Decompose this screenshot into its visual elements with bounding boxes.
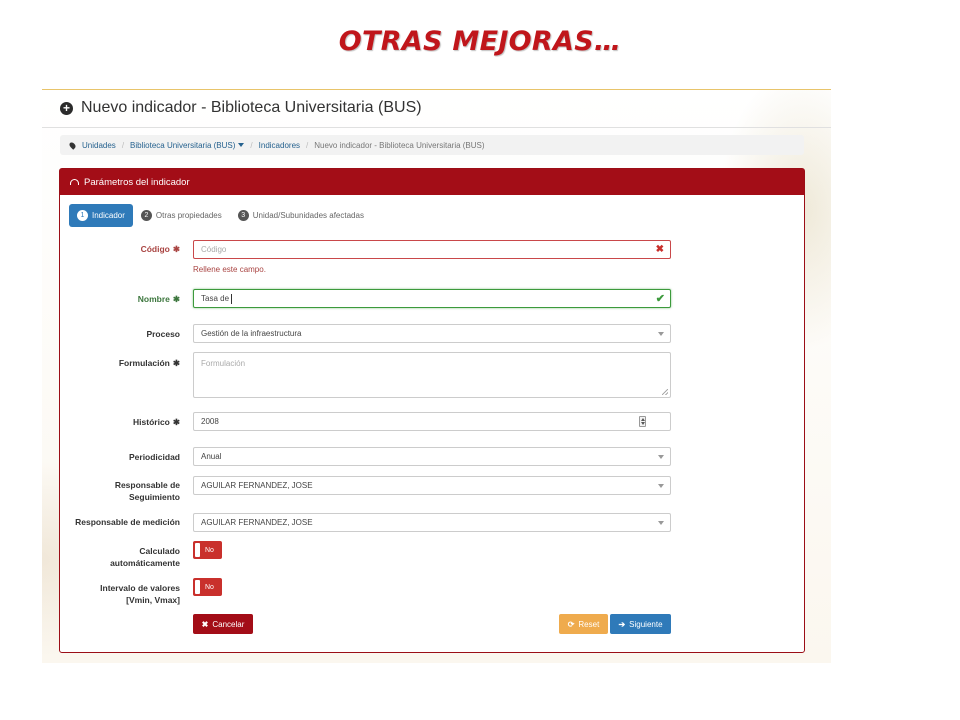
breadcrumb-biblioteca[interactable]: Biblioteca Universitaria (BUS) <box>130 141 245 150</box>
text-cursor <box>231 293 233 304</box>
chevron-down-icon <box>658 521 664 525</box>
step-number: 1 <box>77 210 88 221</box>
nombre-label: Nombre ✱ <box>137 294 180 304</box>
intervalo-label: Intervalo de valores [Vmin, Vmax] <box>100 583 180 605</box>
panel-header: Parámetros del indicador <box>60 169 804 195</box>
next-button[interactable]: ➔ Siguiente <box>610 614 671 634</box>
codigo-input[interactable]: Código ✖ <box>193 240 671 259</box>
breadcrumb-indicadores[interactable]: Indicadores <box>259 141 300 150</box>
historico-label: Histórico ✱ <box>133 417 180 427</box>
caret-down-icon <box>238 143 245 148</box>
resp-seguimiento-label: Responsable de Seguimiento <box>114 480 180 502</box>
required-icon: ✱ <box>172 417 180 427</box>
nombre-input[interactable]: Tasa de ✔ <box>193 289 671 308</box>
toggle-knob <box>195 580 200 594</box>
codigo-error-message: Rellene este campo. <box>193 265 266 274</box>
chevron-down-icon <box>658 332 664 336</box>
number-spinner-icon[interactable] <box>639 416 646 427</box>
valid-check-icon: ✔ <box>655 293 665 305</box>
slide-title: OTRAS MEJORAS… <box>338 26 622 57</box>
formulacion-textarea[interactable]: Formulación <box>193 352 671 398</box>
step-label: Otras propiedades <box>155 211 222 220</box>
page-heading: + Nuevo indicador - Biblioteca Universit… <box>60 99 422 117</box>
map-marker-icon <box>68 140 77 150</box>
error-x-icon: ✖ <box>655 244 664 255</box>
proceso-select[interactable]: Gestión de la infraestructura <box>193 324 671 343</box>
top-divider <box>42 89 831 90</box>
toggle-knob <box>195 543 200 557</box>
wizard-steps: 1 Indicador 2 Otras propiedades 3 Unidad… <box>69 204 372 227</box>
breadcrumb-separator: / <box>306 140 309 150</box>
proceso-label: Proceso <box>146 329 180 339</box>
required-icon: ✱ <box>172 358 180 368</box>
step-number: 2 <box>140 210 152 221</box>
step-label: Unidad/Subunidades afectadas <box>252 211 364 220</box>
refresh-icon: ⟳ <box>567 619 575 629</box>
arrow-right-icon: ➔ <box>618 619 626 629</box>
wizard-step-unidad[interactable]: 3 Unidad/Subunidades afectadas <box>230 204 372 227</box>
formulacion-label: Formulación ✱ <box>118 358 180 368</box>
resp-medicion-select[interactable]: AGUILAR FERNANDEZ, JOSE <box>193 513 671 532</box>
calculado-label: Calculado automáticamente <box>110 546 180 568</box>
codigo-label: Código ✱ <box>140 244 180 254</box>
app-screenshot: + Nuevo indicador - Biblioteca Universit… <box>42 89 831 663</box>
page-title: Nuevo indicador - Biblioteca Universitar… <box>81 99 422 116</box>
heading-divider <box>42 127 831 128</box>
step-label: Indicador <box>92 211 125 220</box>
parameters-panel: Parámetros del indicador 1 Indicador 2 O… <box>59 168 805 653</box>
intervalo-toggle[interactable]: No <box>193 578 222 596</box>
close-icon: ✖ <box>201 619 209 629</box>
cancel-button[interactable]: ✖ Cancelar <box>193 614 253 634</box>
required-icon: ✱ <box>172 244 180 254</box>
periodicidad-label: Periodicidad <box>128 452 180 462</box>
step-number: 3 <box>237 210 249 221</box>
periodicidad-select[interactable]: Anual <box>193 447 671 466</box>
breadcrumb: Unidades / Biblioteca Universitaria (BUS… <box>60 135 804 155</box>
calculado-toggle[interactable]: No <box>193 541 222 559</box>
breadcrumb-unidades[interactable]: Unidades <box>82 141 116 150</box>
chevron-down-icon <box>658 455 664 459</box>
wizard-step-otras-propiedades[interactable]: 2 Otras propiedades <box>133 204 230 227</box>
wizard-step-indicador[interactable]: 1 Indicador <box>69 204 133 227</box>
breadcrumb-separator: / <box>121 140 125 150</box>
plus-circle-icon: + <box>60 101 73 115</box>
required-icon: ✱ <box>172 294 180 304</box>
breadcrumb-current: Nuevo indicador - Biblioteca Universitar… <box>314 140 485 150</box>
resp-medicion-label: Responsable de medición <box>75 517 180 527</box>
reset-button[interactable]: ⟳ Reset <box>559 614 608 634</box>
resize-handle-icon[interactable] <box>662 389 668 395</box>
dashboard-icon <box>70 179 79 185</box>
panel-title: Parámetros del indicador <box>84 176 190 188</box>
historico-number-input[interactable]: 2008 <box>193 412 671 431</box>
breadcrumb-separator: / <box>250 140 253 150</box>
resp-seguimiento-select[interactable]: AGUILAR FERNANDEZ, JOSE <box>193 476 671 495</box>
chevron-down-icon <box>658 484 664 488</box>
